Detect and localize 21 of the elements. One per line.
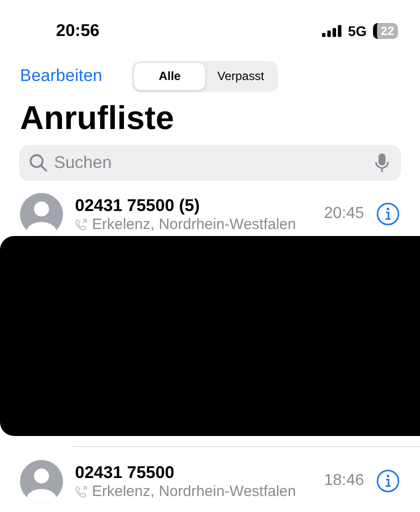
signal-icon [322,25,342,37]
status-time: 20:56 [56,21,100,41]
phone-icon [75,484,88,498]
filter-tab[interactable]: Alle [134,62,206,90]
page-title: Anrufliste [20,98,176,138]
call-time: 20:45 [324,205,364,223]
microphone-icon[interactable] [375,153,389,173]
filter-tab[interactable]: Verpasst [205,62,276,90]
battery-level: 22 [372,23,398,39]
search-field[interactable]: Suchen [19,145,401,181]
phone-icon [75,218,88,230]
phone-number: 02431 75500 (5) [75,196,201,216]
call-location: Erkelenz, Nordrhein-Westfalen [92,216,296,232]
call-time: 18:46 [324,472,364,490]
info-icon[interactable] [376,202,400,226]
call-location: Erkelenz, Nordrhein-Westfalen [92,482,296,500]
network-label: 5G [348,23,367,39]
phone-number: 02431 75500 [75,462,176,482]
info-icon[interactable] [376,469,400,493]
avatar-icon [20,460,63,502]
edit-link[interactable]: Bearbeiten [20,66,102,86]
